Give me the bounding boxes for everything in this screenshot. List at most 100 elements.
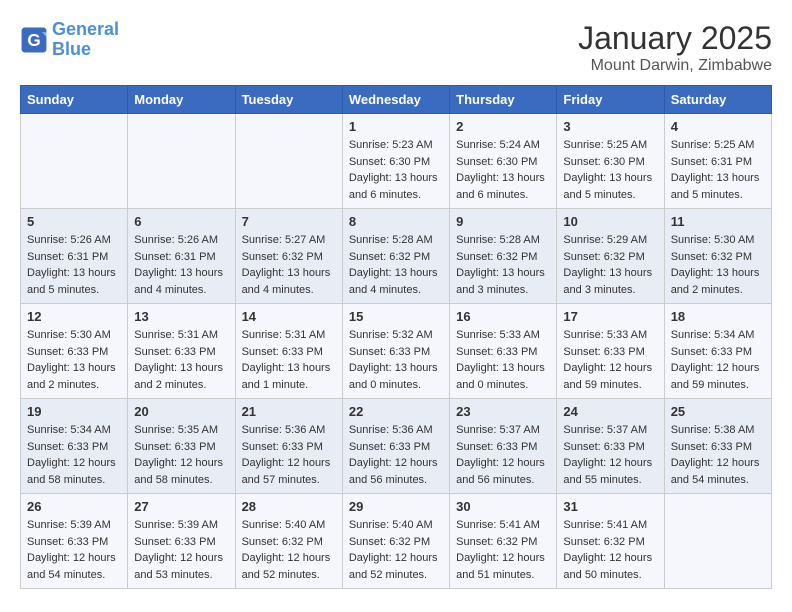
calendar-cell: 31Sunrise: 5:41 AM Sunset: 6:32 PM Dayli… [557, 494, 664, 589]
day-info: Sunrise: 5:36 AM Sunset: 6:33 PM Dayligh… [349, 422, 443, 488]
day-number: 15 [349, 309, 443, 324]
day-info: Sunrise: 5:28 AM Sunset: 6:32 PM Dayligh… [456, 232, 550, 298]
day-number: 3 [563, 119, 657, 134]
day-header-sunday: Sunday [21, 86, 128, 114]
calendar-cell: 12 Sunrise: 5:30 AM Sunset: 6:33 PM Dayli… [21, 304, 128, 399]
svg-text:G: G [27, 31, 40, 50]
calendar-cell: 9Sunrise: 5:28 AM Sunset: 6:32 PM Daylig… [450, 209, 557, 304]
day-info: Sunrise: 5:30 AM Sunset: 6:32 PM Dayligh… [671, 232, 765, 298]
day-header-tuesday: Tuesday [235, 86, 342, 114]
calendar-cell: 4 Sunrise: 5:25 AM Sunset: 6:31 PM Daylig… [664, 114, 771, 209]
day-info: Sunrise: 5:26 AM Sunset: 6:31 PM Dayligh… [134, 232, 228, 298]
day-number: 23 [456, 404, 550, 419]
day-info: Sunrise: 5:33 AM Sunset: 6:33 PM Dayligh… [563, 327, 657, 393]
day-info: Sunrise: 5:29 AM Sunset: 6:32 PM Dayligh… [563, 232, 657, 298]
day-number: 17 [563, 309, 657, 324]
day-info: Sunrise: 5:39 AM Sunset: 6:33 PM Dayligh… [27, 517, 121, 583]
calendar-cell: 5 Sunrise: 5:26 AM Sunset: 6:31 PM Daylig… [21, 209, 128, 304]
calendar-table: SundayMondayTuesdayWednesdayThursdayFrid… [20, 85, 772, 589]
day-info: Sunrise: 5:41 AM Sunset: 6:32 PM Dayligh… [563, 517, 657, 583]
day-number: 27 [134, 499, 228, 514]
day-info: Sunrise: 5:28 AM Sunset: 6:32 PM Dayligh… [349, 232, 443, 298]
day-info: Sunrise: 5:40 AM Sunset: 6:32 PM Dayligh… [242, 517, 336, 583]
day-info: Sunrise: 5:25 AM Sunset: 6:31 PM Dayligh… [671, 137, 765, 203]
calendar-cell: 23 Sunrise: 5:37 AM Sunset: 6:33 PM Dayli… [450, 399, 557, 494]
day-number: 8 [349, 214, 443, 229]
calendar-cell: 30 Sunrise: 5:41 AM Sunset: 6:32 PM Dayli… [450, 494, 557, 589]
calendar-title: January 2025 [578, 20, 772, 57]
week-row-5: 26 Sunrise: 5:39 AM Sunset: 6:33 PM Dayli… [21, 494, 772, 589]
calendar-cell: 8 Sunrise: 5:28 AM Sunset: 6:32 PM Daylig… [342, 209, 449, 304]
day-number: 26 [27, 499, 121, 514]
day-number: 30 [456, 499, 550, 514]
day-number: 13 [134, 309, 228, 324]
day-number: 11 [671, 214, 765, 229]
day-number: 19 [27, 404, 121, 419]
day-header-monday: Monday [128, 86, 235, 114]
day-info: Sunrise: 5:33 AM Sunset: 6:33 PM Dayligh… [456, 327, 550, 393]
calendar-cell: 24Sunrise: 5:37 AM Sunset: 6:33 PM Dayli… [557, 399, 664, 494]
title-block: January 2025 Mount Darwin, Zimbabwe [578, 20, 772, 75]
calendar-cell: 16 Sunrise: 5:33 AM Sunset: 6:33 PM Dayli… [450, 304, 557, 399]
logo: G General Blue [20, 20, 119, 60]
day-number: 4 [671, 119, 765, 134]
day-number: 21 [242, 404, 336, 419]
day-number: 14 [242, 309, 336, 324]
day-info: Sunrise: 5:41 AM Sunset: 6:32 PM Dayligh… [456, 517, 550, 583]
day-number: 25 [671, 404, 765, 419]
days-header-row: SundayMondayTuesdayWednesdayThursdayFrid… [21, 86, 772, 114]
day-info: Sunrise: 5:26 AM Sunset: 6:31 PM Dayligh… [27, 232, 121, 298]
calendar-cell: 27Sunrise: 5:39 AM Sunset: 6:33 PM Dayli… [128, 494, 235, 589]
day-number: 7 [242, 214, 336, 229]
calendar-cell [664, 494, 771, 589]
calendar-cell: 15 Sunrise: 5:32 AM Sunset: 6:33 PM Dayli… [342, 304, 449, 399]
day-info: Sunrise: 5:23 AM Sunset: 6:30 PM Dayligh… [349, 137, 443, 203]
day-number: 12 [27, 309, 121, 324]
page-header: G General Blue January 2025 Mount Darwin… [20, 20, 772, 75]
day-number: 28 [242, 499, 336, 514]
calendar-cell: 10Sunrise: 5:29 AM Sunset: 6:32 PM Dayli… [557, 209, 664, 304]
week-row-3: 12 Sunrise: 5:30 AM Sunset: 6:33 PM Dayli… [21, 304, 772, 399]
day-header-friday: Friday [557, 86, 664, 114]
calendar-cell: 11 Sunrise: 5:30 AM Sunset: 6:32 PM Dayli… [664, 209, 771, 304]
day-info: Sunrise: 5:34 AM Sunset: 6:33 PM Dayligh… [671, 327, 765, 393]
calendar-cell: 17 Sunrise: 5:33 AM Sunset: 6:33 PM Dayli… [557, 304, 664, 399]
calendar-cell: 21 Sunrise: 5:36 AM Sunset: 6:33 PM Dayli… [235, 399, 342, 494]
day-number: 5 [27, 214, 121, 229]
day-number: 20 [134, 404, 228, 419]
day-info: Sunrise: 5:24 AM Sunset: 6:30 PM Dayligh… [456, 137, 550, 203]
day-info: Sunrise: 5:37 AM Sunset: 6:33 PM Dayligh… [456, 422, 550, 488]
calendar-cell: 22 Sunrise: 5:36 AM Sunset: 6:33 PM Dayli… [342, 399, 449, 494]
week-row-4: 19Sunrise: 5:34 AM Sunset: 6:33 PM Dayli… [21, 399, 772, 494]
day-info: Sunrise: 5:27 AM Sunset: 6:32 PM Dayligh… [242, 232, 336, 298]
day-info: Sunrise: 5:30 AM Sunset: 6:33 PM Dayligh… [27, 327, 121, 393]
day-number: 29 [349, 499, 443, 514]
calendar-cell: 28 Sunrise: 5:40 AM Sunset: 6:32 PM Dayli… [235, 494, 342, 589]
calendar-cell: 19Sunrise: 5:34 AM Sunset: 6:33 PM Dayli… [21, 399, 128, 494]
calendar-cell: 20 Sunrise: 5:35 AM Sunset: 6:33 PM Dayli… [128, 399, 235, 494]
day-info: Sunrise: 5:35 AM Sunset: 6:33 PM Dayligh… [134, 422, 228, 488]
day-number: 16 [456, 309, 550, 324]
calendar-cell: 7 Sunrise: 5:27 AM Sunset: 6:32 PM Daylig… [235, 209, 342, 304]
calendar-cell [235, 114, 342, 209]
day-info: Sunrise: 5:36 AM Sunset: 6:33 PM Dayligh… [242, 422, 336, 488]
calendar-cell: 6 Sunrise: 5:26 AM Sunset: 6:31 PM Daylig… [128, 209, 235, 304]
day-header-saturday: Saturday [664, 86, 771, 114]
day-number: 1 [349, 119, 443, 134]
day-number: 24 [563, 404, 657, 419]
calendar-cell [21, 114, 128, 209]
day-number: 22 [349, 404, 443, 419]
day-info: Sunrise: 5:32 AM Sunset: 6:33 PM Dayligh… [349, 327, 443, 393]
day-info: Sunrise: 5:31 AM Sunset: 6:33 PM Dayligh… [134, 327, 228, 393]
calendar-subtitle: Mount Darwin, Zimbabwe [578, 57, 772, 75]
calendar-cell: 3Sunrise: 5:25 AM Sunset: 6:30 PM Daylig… [557, 114, 664, 209]
calendar-cell [128, 114, 235, 209]
day-info: Sunrise: 5:38 AM Sunset: 6:33 PM Dayligh… [671, 422, 765, 488]
calendar-cell: 26 Sunrise: 5:39 AM Sunset: 6:33 PM Dayli… [21, 494, 128, 589]
day-number: 6 [134, 214, 228, 229]
day-number: 2 [456, 119, 550, 134]
calendar-cell: 2 Sunrise: 5:24 AM Sunset: 6:30 PM Daylig… [450, 114, 557, 209]
calendar-cell: 1 Sunrise: 5:23 AM Sunset: 6:30 PM Daylig… [342, 114, 449, 209]
calendar-cell: 29Sunrise: 5:40 AM Sunset: 6:32 PM Dayli… [342, 494, 449, 589]
day-number: 18 [671, 309, 765, 324]
